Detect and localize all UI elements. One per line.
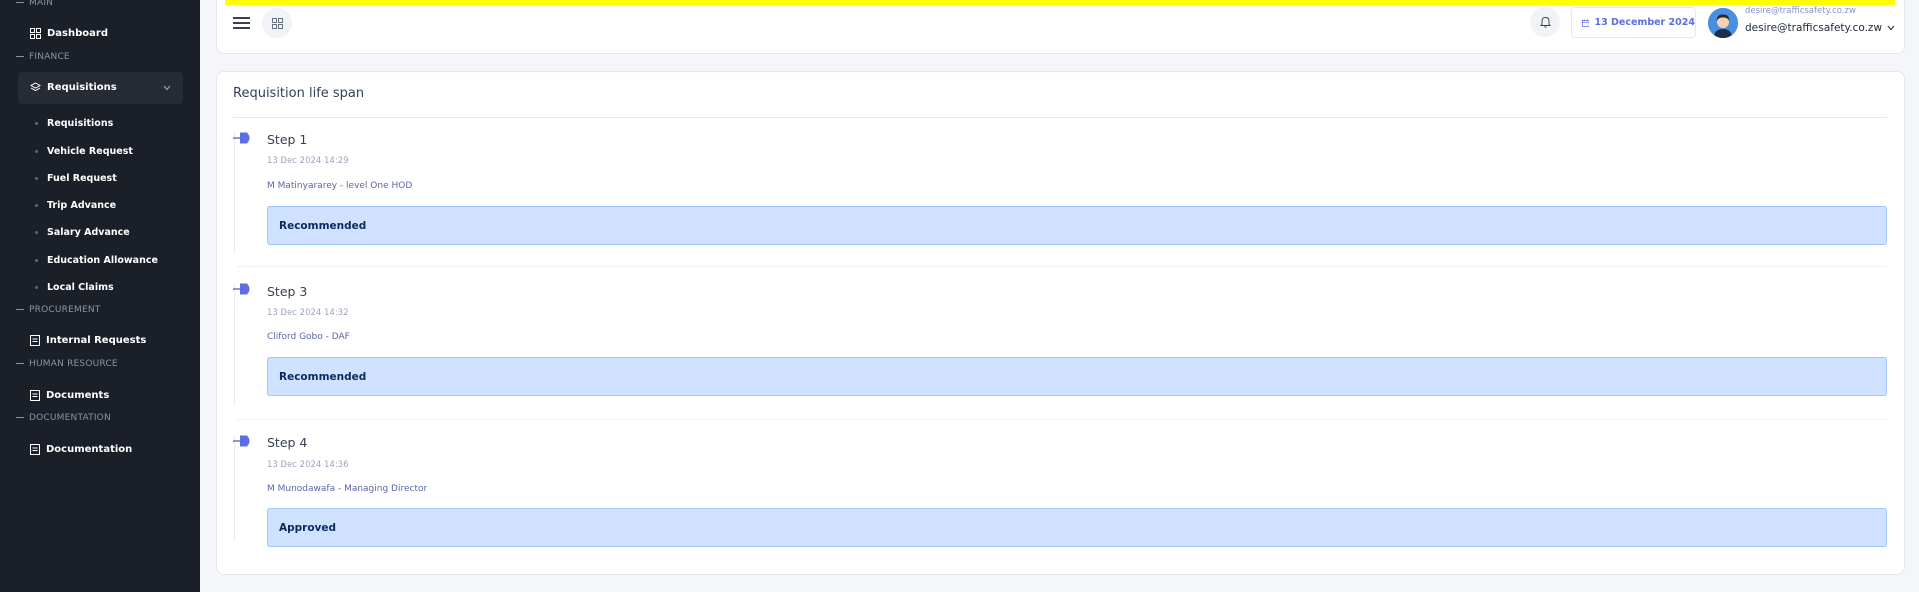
requisition-lifespan-card — [216, 71, 1905, 575]
timeline-marker-icon — [233, 132, 250, 144]
top-highlight-bar — [225, 0, 1895, 5]
section-label-main: MAIN — [16, 0, 53, 8]
step-title: Step 4 — [267, 435, 308, 450]
sidebar-item-requisitions[interactable]: Requisitions — [30, 82, 117, 93]
step-title: Step 3 — [267, 284, 308, 299]
card-title: Requisition life span — [233, 86, 365, 101]
sidebar-item-label: Requisitions — [47, 82, 117, 93]
documentation-icon — [30, 444, 40, 455]
sidebar-item-internal-requests[interactable]: Internal Requests — [30, 335, 146, 346]
sidebar-subitem-salary-advance[interactable]: Salary Advance — [35, 227, 130, 238]
documents-icon — [30, 390, 40, 401]
section-label-finance: FINANCE — [16, 52, 70, 62]
step-time: 13 Dec 2024 14:29 — [267, 156, 349, 166]
dashboard-icon — [30, 28, 41, 39]
sidebar-subitem-education-allowance[interactable]: Education Allowance — [35, 255, 158, 266]
sidebar-subitem-local-claims[interactable]: Local Claims — [35, 282, 114, 293]
sidebar-item-label: Dashboard — [47, 28, 108, 39]
timeline-line — [234, 283, 235, 406]
sidebar-subitem-fuel-request[interactable]: Fuel Request — [35, 173, 117, 184]
card-divider — [233, 117, 1887, 118]
section-label-procurement: PROCUREMENT — [16, 305, 100, 315]
user-email: desire@trafficsafety.co.zw — [1745, 22, 1883, 34]
step-separator — [236, 266, 1887, 267]
date-label: 13 December 2024 — [1594, 17, 1695, 28]
timeline-marker-icon — [233, 435, 250, 447]
sidebar-item-label: Documentation — [46, 444, 133, 455]
section-label-documentation: DOCUMENTATION — [16, 413, 111, 423]
sidebar-item-label: Documents — [46, 390, 110, 401]
menu-toggle-icon[interactable] — [233, 17, 250, 29]
calendar-icon — [1582, 18, 1590, 27]
document-icon — [30, 335, 40, 346]
step-title: Step 1 — [267, 132, 308, 147]
sidebar-item-documentation[interactable]: Documentation — [30, 444, 132, 455]
sidebar-subitem-requisitions[interactable]: Requisitions — [35, 118, 113, 129]
chevron-down-icon[interactable] — [163, 85, 171, 91]
notifications-button[interactable] — [1530, 7, 1560, 37]
step-status-alert: Recommended — [267, 357, 1887, 396]
timeline-line — [234, 435, 235, 541]
chevron-down-icon — [1887, 25, 1895, 31]
timeline-marker-icon — [233, 283, 250, 295]
sidebar: MAIN Dashboard FINANCE Requisitions Requ… — [0, 0, 200, 592]
step-time: 13 Dec 2024 14:32 — [267, 308, 349, 318]
date-display[interactable]: 13 December 2024 — [1571, 7, 1696, 38]
sidebar-subitem-trip-advance[interactable]: Trip Advance — [35, 200, 116, 211]
bell-icon — [1539, 17, 1551, 28]
step-status-alert: Recommended — [267, 206, 1887, 245]
user-avatar-icon — [1708, 8, 1738, 38]
grid-icon — [271, 17, 283, 29]
user-menu[interactable]: desire@trafficsafety.co.zw — [1745, 22, 1895, 34]
apps-grid-button[interactable] — [262, 8, 292, 38]
sidebar-subitem-vehicle-request[interactable]: Vehicle Request — [35, 146, 133, 157]
sidebar-item-documents[interactable]: Documents — [30, 390, 109, 401]
step-time: 13 Dec 2024 14:36 — [267, 460, 349, 470]
section-label-human-resource: HUMAN RESOURCE — [16, 359, 118, 369]
step-actor: M Matinyararey - level One HOD — [267, 181, 413, 191]
step-separator — [236, 419, 1887, 420]
step-actor: Cliford Gobo - DAF — [267, 332, 350, 342]
step-actor: M Munodawafa - Managing Director — [267, 484, 428, 494]
step-status-alert: Approved — [267, 508, 1887, 547]
sidebar-item-label: Internal Requests — [46, 335, 147, 346]
user-email-small: desire@trafficsafety.co.zw — [1745, 6, 1856, 16]
sidebar-item-dashboard[interactable]: Dashboard — [30, 28, 108, 39]
timeline-line — [234, 131, 235, 254]
avatar[interactable] — [1708, 8, 1738, 38]
layers-icon — [30, 82, 41, 92]
